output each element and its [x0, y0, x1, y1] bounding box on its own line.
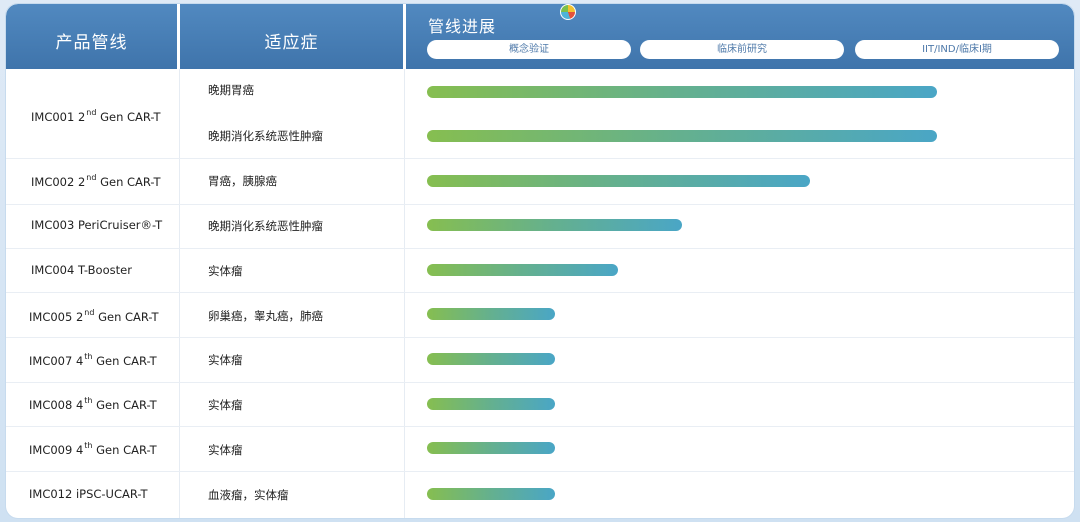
indication-label: 胃癌，胰腺癌: [208, 174, 277, 188]
indication-column-title: 适应症: [264, 33, 319, 53]
product-column-header: 产品管线: [6, 4, 177, 69]
progress-bar: [427, 219, 682, 231]
progress-bar: [427, 353, 555, 365]
indication-label: 实体瘤: [208, 353, 243, 367]
product-name: IMC012 iPSC-UCAR-T: [29, 487, 148, 501]
progress-bar: [427, 488, 555, 500]
product-column-title: 产品管线: [55, 33, 128, 53]
indication-label: 卵巢癌，睾丸癌，肺癌: [208, 309, 323, 323]
progress-bars-area: [427, 4, 1067, 518]
product-name: IMC004 T-Booster: [31, 263, 132, 277]
pipeline-table: 产品管线 适应症 管线进展 概念验证 临床前研究 IIT/IND/临床Ⅰ期 IM…: [6, 4, 1074, 518]
indication-label: 实体瘤: [208, 264, 243, 278]
indication-label: 晚期胃癌: [208, 83, 254, 97]
progress-bar: [427, 175, 810, 187]
progress-bar: [427, 308, 555, 320]
indication-label: 实体瘤: [208, 443, 243, 457]
indication-label: 晚期消化系统恶性肿瘤: [208, 219, 323, 233]
indication-label: 晚期消化系统恶性肿瘤: [208, 129, 323, 143]
indication-label: 血液瘤，实体瘤: [208, 488, 289, 502]
column-divider: [179, 69, 180, 518]
progress-bar: [427, 398, 555, 410]
product-name: IMC003 PeriCruiser®-T: [31, 218, 163, 232]
progress-bar: [427, 130, 937, 142]
indication-label: 实体瘤: [208, 398, 243, 412]
product-name: IMC002 2nd Gen CAR-T: [31, 173, 161, 189]
progress-bar: [427, 86, 937, 98]
product-name: IMC001 2nd Gen CAR-T: [31, 108, 161, 124]
column-divider: [404, 69, 405, 518]
product-name: IMC005 2nd Gen CAR-T: [29, 308, 159, 324]
indication-column-header: 适应症: [180, 4, 403, 69]
product-name: IMC008 4th Gen CAR-T: [29, 396, 157, 412]
product-name: IMC007 4th Gen CAR-T: [29, 352, 157, 368]
progress-bar: [427, 442, 555, 454]
progress-bar: [427, 264, 618, 276]
product-name: IMC009 4th Gen CAR-T: [29, 441, 157, 457]
